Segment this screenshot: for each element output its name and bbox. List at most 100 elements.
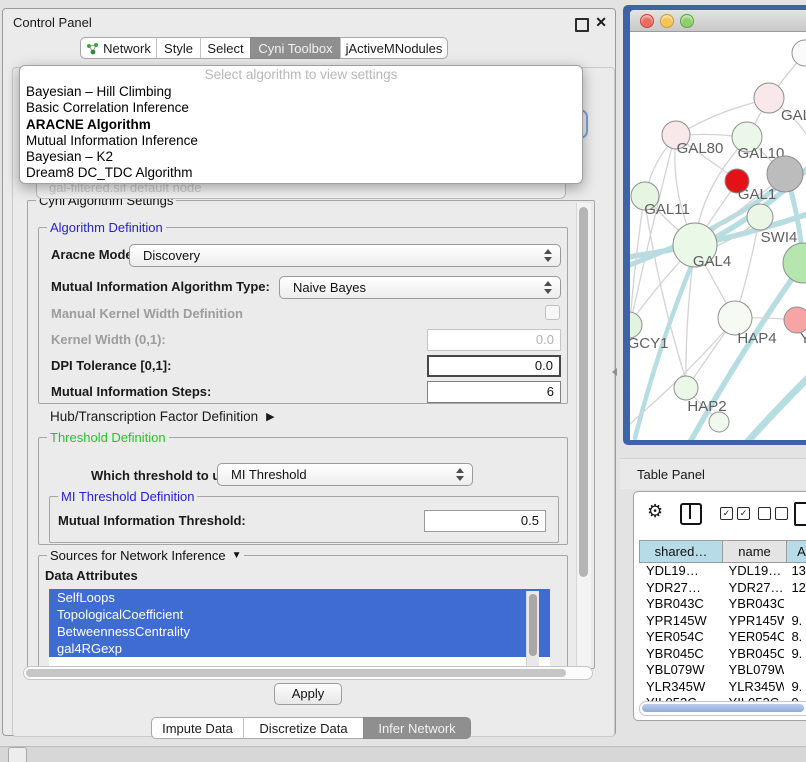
network-node-hap2[interactable]	[674, 376, 698, 400]
network-node-label: GAL11	[644, 201, 690, 218]
data-attributes-label: Data Attributes	[45, 568, 138, 583]
which-threshold-combo[interactable]: MI Threshold	[217, 463, 473, 486]
table-row[interactable]: YDR27…YDR27…12	[639, 580, 806, 597]
table-row[interactable]: YBR045CYBR045C9.	[639, 646, 806, 663]
table-cell: YPR145W	[722, 613, 785, 630]
network-node-label: SWI4	[761, 229, 798, 246]
hub-factor-expander[interactable]: Hub/Transcription Factor Definition ▶	[50, 409, 275, 424]
panel-splitter-arrow-icon[interactable]	[612, 368, 617, 376]
algorithm-popup-items: Bayesian – Hill ClimbingBasic Correlatio…	[20, 84, 582, 182]
algorithm-definition-group: Algorithm Definition Aracne Mode: Discov…	[38, 227, 568, 404]
settings-horizontal-scrollbar[interactable]	[23, 666, 593, 680]
algorithm-option-bayesian-k2[interactable]: Bayesian – K2	[20, 149, 582, 165]
table-cell: 9.	[784, 679, 806, 696]
algorithm-option-aracne-algorithm[interactable]: ARACNE Algorithm	[20, 117, 582, 133]
mi-steps-field[interactable]: 6	[427, 381, 561, 403]
table-row[interactable]: YBL079WYBL079W	[639, 662, 806, 679]
kernel-width-field[interactable]: 0.0	[427, 329, 561, 351]
table-horizontal-scrollbar[interactable]	[639, 701, 806, 716]
sources-group-title[interactable]: Sources for Network Inference ▼	[47, 548, 244, 563]
network-node[interactable]	[783, 243, 806, 283]
split-view-icon[interactable]	[680, 503, 702, 525]
column-header-shared[interactable]: shared…	[639, 540, 723, 563]
table-panel-bar: Table Panel	[620, 458, 806, 489]
attribute-item-betweennesscentrality[interactable]: BetweennessCentrality	[49, 623, 550, 640]
network-node[interactable]	[792, 40, 806, 66]
attribute-item-selfloops[interactable]: SelfLoops	[49, 589, 550, 606]
tab-style[interactable]: Style	[156, 37, 200, 59]
table-row[interactable]: YER054CYER054C8.	[639, 629, 806, 646]
table-row[interactable]: YLR345WYLR345W9.	[639, 679, 806, 696]
bottom-strip	[0, 746, 806, 762]
expander-expanded-icon: ▼	[232, 550, 242, 561]
column-header-a[interactable]: A	[787, 540, 806, 563]
table-row[interactable]: YBR043CYBR043C	[639, 596, 806, 613]
bottom-tab-discretize-data[interactable]: Discretize Data	[243, 717, 363, 739]
table-cell: YDL19…	[639, 563, 722, 580]
algorithm-option-bayesian-hill-climbing[interactable]: Bayesian – Hill Climbing	[20, 84, 582, 100]
close-icon[interactable]: ✕	[595, 14, 607, 31]
algorithm-option-dream8-dc-tdc-algorithm[interactable]: Dream8 DC_TDC Algorithm	[20, 165, 582, 181]
network-node-label: GAL1	[738, 186, 776, 203]
tab-jactivemnodules[interactable]: jActiveMNodules	[340, 37, 448, 59]
manual-kernel-width-label: Manual Kernel Width Definition	[51, 306, 243, 321]
dpi-tolerance-field[interactable]: 0.0	[427, 355, 561, 377]
stepper-arrows-icon	[543, 281, 552, 294]
table-cell: 12	[784, 580, 806, 597]
table-cell: YBR045C	[639, 646, 722, 663]
page-icon[interactable]	[794, 502, 806, 526]
attribute-item-topologicalcoefficient[interactable]: TopologicalCoefficient	[49, 606, 550, 623]
dpi-tolerance-label: DPI Tolerance [0,1]:	[51, 358, 171, 373]
which-threshold-value: MI Threshold	[231, 467, 455, 482]
mi-threshold-field[interactable]: 0.5	[424, 510, 546, 532]
attributes-list-scrollbar[interactable]	[526, 591, 539, 666]
sources-group: Sources for Network Inference ▼ Data Att…	[38, 555, 568, 668]
mi-algorithm-type-combo[interactable]: Naive Bayes	[279, 276, 561, 299]
tab-network[interactable]: Network	[80, 37, 156, 59]
settings-gear-icon[interactable]: ⚙	[647, 502, 663, 520]
table-row[interactable]: YPR145WYPR145W9.	[639, 613, 806, 630]
tab-select[interactable]: Select	[200, 37, 250, 59]
control-panel-title: Control Panel	[13, 15, 92, 30]
algorithm-option-mutual-information-inference[interactable]: Mutual Information Inference	[20, 133, 582, 149]
corner-widget-icon[interactable]	[8, 747, 27, 762]
network-node[interactable]	[767, 156, 803, 192]
tab-cyni-toolbox[interactable]: Cyni Toolbox	[250, 37, 340, 59]
apply-button[interactable]: Apply	[274, 683, 342, 705]
network-node-swi4[interactable]	[747, 204, 773, 230]
deselect-checkboxes-icon[interactable]	[758, 507, 788, 520]
mac-minimize-icon[interactable]	[660, 14, 674, 28]
table-cell: 8.	[784, 629, 806, 646]
algorithm-dropdown-popup: Select algorithm to view settings Bayesi…	[19, 65, 583, 184]
table-cell	[784, 662, 806, 679]
select-all-checkboxes-icon[interactable]: ✓✓	[720, 507, 750, 520]
float-window-icon[interactable]	[575, 18, 589, 32]
network-edge-thick[interactable]	[742, 378, 806, 440]
network-window-titlebar[interactable]	[630, 10, 806, 32]
mac-zoom-icon[interactable]	[680, 14, 694, 28]
manual-kernel-width-checkbox[interactable]	[545, 305, 560, 320]
network-node-gal8[interactable]	[754, 83, 784, 113]
cyni-bottom-tab-bar: Impute Data Discretize Data Infer Network	[151, 717, 471, 739]
network-node-label: Y	[800, 330, 806, 347]
network-canvas[interactable]: GAL8GAL80GAL10GAL1GAL11SWI4GAL4GCY1HAP4Y…	[630, 33, 806, 440]
table-row[interactable]: YDL19…YDL19…13	[639, 563, 806, 580]
column-header-name[interactable]: name	[723, 540, 787, 563]
tab-network-label: Network	[103, 41, 151, 56]
aracne-mode-combo[interactable]: Discovery	[129, 244, 561, 267]
network-edge[interactable]	[630, 139, 674, 325]
network-node[interactable]	[709, 412, 729, 432]
settings-vertical-scrollbar[interactable]	[576, 203, 591, 666]
bottom-tab-impute-data[interactable]: Impute Data	[151, 717, 243, 739]
mi-steps-label: Mutual Information Steps:	[51, 384, 211, 399]
tab-style-label: Style	[164, 41, 193, 56]
tab-jactivemnodules-label: jActiveMNodules	[346, 41, 443, 56]
attribute-item-gal4rgexp[interactable]: gal4RGexp	[49, 640, 550, 657]
table-cell: YBR043C	[639, 596, 722, 613]
hub-factor-expander-label: Hub/Transcription Factor Definition	[50, 409, 258, 424]
algorithm-option-basic-correlation-inference[interactable]: Basic Correlation Inference	[20, 100, 582, 116]
bottom-tab-infer-network[interactable]: Infer Network	[363, 717, 471, 739]
bottom-tab-discretize-data-label: Discretize Data	[259, 721, 347, 736]
mac-close-icon[interactable]	[640, 14, 654, 28]
data-attributes-list: SelfLoopsTopologicalCoefficientBetweenne…	[49, 589, 550, 668]
